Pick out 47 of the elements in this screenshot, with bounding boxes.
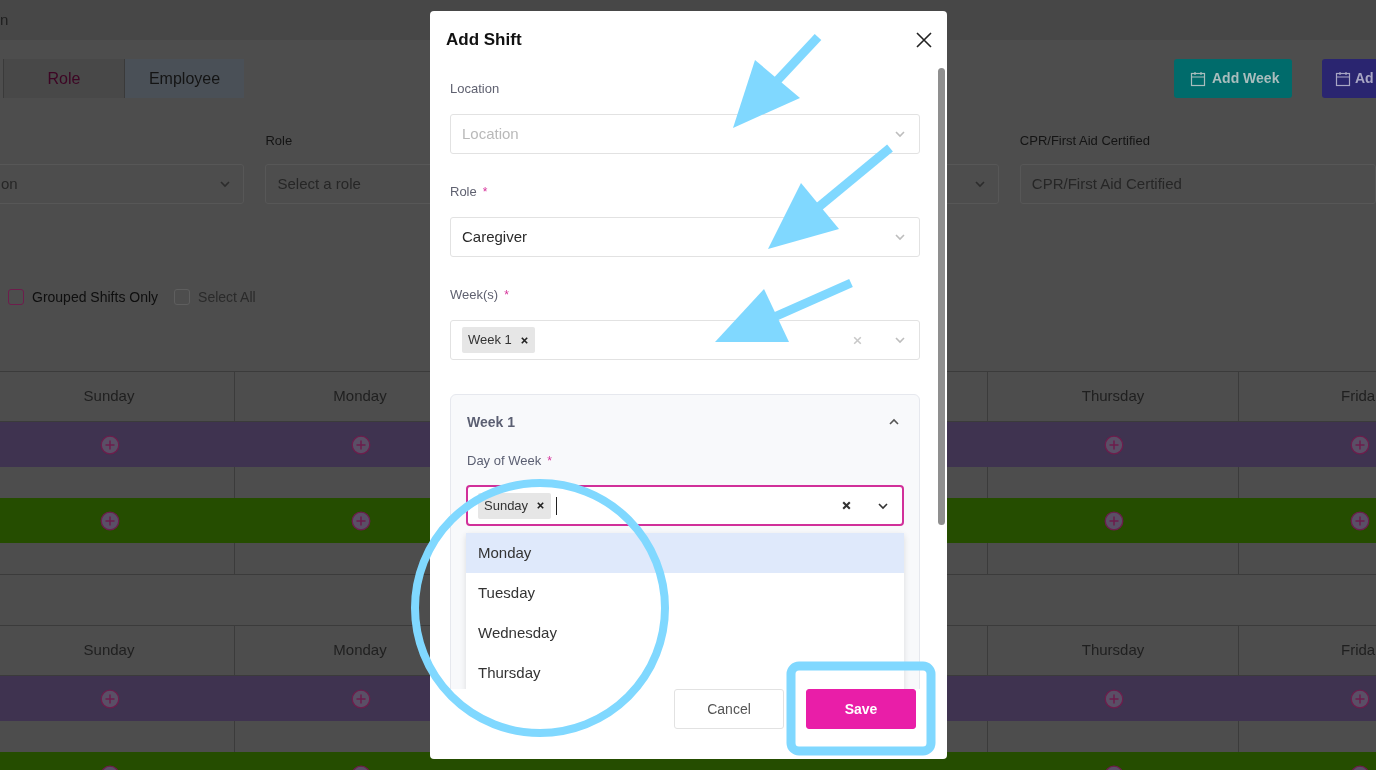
add-shift-icon[interactable] [350, 510, 371, 531]
add-shift-icon[interactable] [1103, 510, 1124, 531]
add-shift-icon[interactable] [1103, 688, 1124, 709]
day-select-field[interactable]: Sunday [466, 485, 904, 526]
week-panel-header[interactable]: Week 1 [451, 395, 919, 449]
filter-label: CPR/First Aid Certified [1019, 132, 1150, 147]
remove-icon [536, 501, 546, 510]
clear-icon [841, 500, 852, 511]
field-label: Day of Week [467, 452, 542, 471]
checkbox-label: Grouped Shifts Only [32, 287, 159, 307]
dropdown-option[interactable]: Wednesday [466, 613, 904, 653]
checkbox[interactable] [8, 289, 24, 305]
text-cursor [556, 496, 558, 515]
close-icon[interactable] [915, 31, 933, 49]
field-label: Location [450, 80, 500, 99]
add-shift-icon[interactable] [350, 434, 371, 455]
dialog-title: Add Shift [446, 29, 522, 52]
select-field[interactable]: Caregiver [450, 217, 920, 257]
field-label: Role [450, 183, 477, 202]
dropdown-option[interactable]: Tuesday [466, 573, 904, 613]
required-mark: * [482, 184, 488, 201]
field-label: Week(s) [450, 286, 499, 305]
add-week-button[interactable]: Add Week [1174, 59, 1292, 98]
day-chip: Sunday [478, 492, 552, 519]
required-mark: * [547, 453, 552, 470]
add-shift-icon[interactable] [1349, 510, 1370, 531]
dropdown-option[interactable]: Thursday [466, 653, 904, 689]
filter-label: Role [265, 132, 293, 147]
add-shift-icon[interactable] [350, 688, 371, 709]
dropdown-option[interactable]: Monday [466, 533, 904, 573]
clear-icon [852, 334, 863, 346]
add-shift-icon[interactable] [99, 688, 120, 709]
add-button[interactable]: Ad [1322, 59, 1376, 98]
cancel-button[interactable]: Cancel [674, 689, 784, 729]
select-field[interactable]: Week 1 [450, 320, 920, 360]
add-shift-icon[interactable] [1103, 434, 1124, 455]
save-button[interactable]: Save [806, 689, 916, 729]
calendar-icon [1190, 70, 1206, 87]
add-shift-icon[interactable] [1349, 434, 1370, 455]
scrollbar-thumb[interactable] [938, 68, 945, 525]
add-shift-icon[interactable] [99, 434, 120, 455]
remove-icon [519, 335, 529, 345]
required-mark: * [504, 287, 509, 304]
add-shift-icon[interactable] [99, 510, 120, 531]
add-shift-icon[interactable] [1349, 688, 1370, 709]
calendar-icon [1335, 70, 1351, 87]
week-chip: Week 1 [462, 327, 535, 353]
